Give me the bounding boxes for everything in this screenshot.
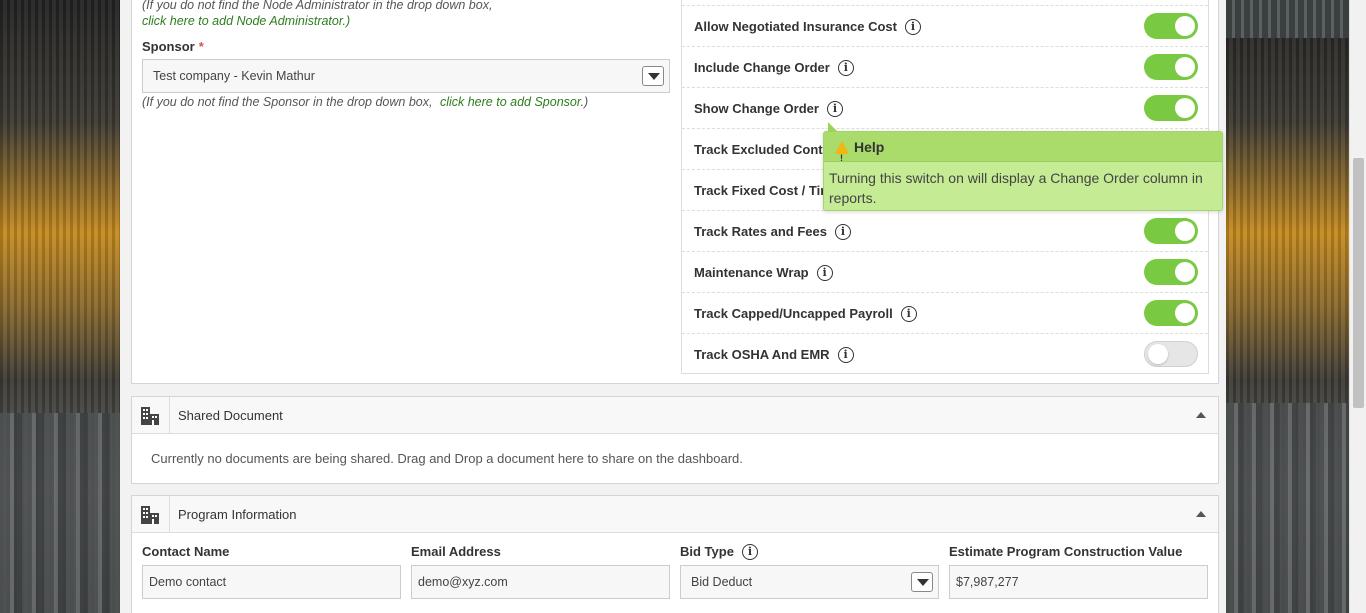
tooltip-title: Help <box>854 139 885 155</box>
toggle-switch[interactable] <box>1144 218 1198 244</box>
contact-name-label: Contact Name <box>142 544 230 559</box>
building-icon-box <box>132 397 170 434</box>
sponsor-label-text: Sponsor <box>142 39 195 54</box>
estimate-value-field[interactable]: $7,987,277 <box>949 565 1208 599</box>
tooltip-text: Turning this switch on will display a Ch… <box>829 170 1203 206</box>
estimate-label: Estimate Program Construction Value <box>949 544 1183 559</box>
toggle-switch[interactable] <box>1144 13 1198 39</box>
background-right <box>1226 0 1366 613</box>
toggle-row-label: Maintenance Wrap i <box>694 252 833 293</box>
info-icon[interactable]: i <box>837 346 854 363</box>
chevron-down-icon[interactable] <box>642 66 664 86</box>
bid-type-value: Bid Deduct <box>691 575 753 589</box>
shared-document-panel: Shared Document Currently no documents a… <box>131 396 1219 484</box>
toggle-switch[interactable] <box>1144 95 1198 121</box>
bid-type-label: Bid Type i <box>680 543 758 561</box>
email-field[interactable]: demo@xyz.com <box>411 565 670 599</box>
required-mark: * <box>198 39 204 54</box>
node-admin-note: (If you do not find the Node Administrat… <box>142 0 492 29</box>
main-content: (If you do not find the Node Administrat… <box>120 0 1226 613</box>
info-icon[interactable]: i <box>826 100 843 117</box>
toggle-row: Include Change Order i <box>682 46 1208 87</box>
toggle-row-label: Show Change Order i <box>694 88 843 129</box>
contact-name-field[interactable]: Demo contact <box>142 565 401 599</box>
chevron-down-icon[interactable] <box>911 572 933 592</box>
add-sponsor-link[interactable]: click here to add Sponsor <box>440 95 581 109</box>
info-icon[interactable]: i <box>900 305 917 322</box>
section-title: Program Information <box>178 507 297 522</box>
toggle-switch[interactable] <box>1144 341 1198 367</box>
sponsor-note: (If you do not find the Sponsor in the d… <box>142 95 588 109</box>
shared-document-header[interactable]: Shared Document <box>132 397 1218 434</box>
building-icon <box>141 506 159 524</box>
toggle-row-label: Allow Negotiated Insurance Cost i <box>694 6 921 47</box>
toggle-row: Track Capped/Uncapped Payroll i <box>682 292 1208 333</box>
help-tooltip: Help Turning this switch on will display… <box>823 122 1223 211</box>
toggle-switch[interactable] <box>1144 259 1198 285</box>
toggle-row-label: Track OSHA And EMR i <box>694 334 854 375</box>
collapse-caret-icon[interactable] <box>1196 412 1206 418</box>
sponsor-select[interactable]: Test company - Kevin Mathur <box>142 59 670 93</box>
toggle-row: Track Rates and Fees i <box>682 210 1208 251</box>
toggle-row-label: Track Excluded Contra <box>694 142 835 157</box>
toggle-row: Show Change Order i <box>682 87 1208 128</box>
shared-document-message: Currently no documents are being shared.… <box>151 451 743 466</box>
info-icon[interactable]: i <box>837 59 854 76</box>
info-icon[interactable]: i <box>834 223 851 240</box>
info-icon[interactable]: i <box>904 18 921 35</box>
add-node-admin-link[interactable]: click here to add Node Administrator.) <box>142 14 350 28</box>
toggle-switch[interactable] <box>1144 300 1198 326</box>
program-information-header[interactable]: Program Information <box>132 496 1218 533</box>
sponsor-select-value: Test company - Kevin Mathur <box>153 69 315 83</box>
sponsor-label: Sponsor * <box>142 39 204 54</box>
toggle-row: Maintenance Wrap i <box>682 251 1208 292</box>
background-left <box>0 0 120 613</box>
bid-type-select[interactable]: Bid Deduct <box>680 565 939 599</box>
toggle-row: Allow Negotiated Insurance Cost i <box>682 5 1208 46</box>
info-icon[interactable]: i <box>741 543 758 560</box>
node-admin-note-text: (If you do not find the Node Administrat… <box>142 0 493 12</box>
building-icon-box <box>132 496 170 533</box>
page-scrollbar[interactable] <box>1349 0 1366 613</box>
building-icon <box>141 407 159 425</box>
scrollbar-thumb[interactable] <box>1353 158 1364 408</box>
tooltip-header: Help <box>824 132 1222 173</box>
email-label: Email Address <box>411 544 501 559</box>
program-information-panel: Program Information Contact Name Demo co… <box>131 495 1219 613</box>
toggle-row-label: Track Fixed Cost / Tim <box>694 183 832 198</box>
sponsor-note-suffix: .) <box>580 95 589 109</box>
sponsor-note-text: (If you do not find the Sponsor in the d… <box>142 95 433 109</box>
warning-icon <box>835 141 849 173</box>
section-title: Shared Document <box>178 408 283 423</box>
toggle-row-label: Track Capped/Uncapped Payroll i <box>694 293 917 334</box>
collapse-caret-icon[interactable] <box>1196 511 1206 517</box>
toggle-row-label: Track Rates and Fees i <box>694 211 851 252</box>
info-icon[interactable]: i <box>816 264 833 281</box>
toggle-switch[interactable] <box>1144 54 1198 80</box>
toggle-row-label: Include Change Order i <box>694 47 854 88</box>
toggle-row: Track OSHA And EMR i <box>682 333 1208 374</box>
